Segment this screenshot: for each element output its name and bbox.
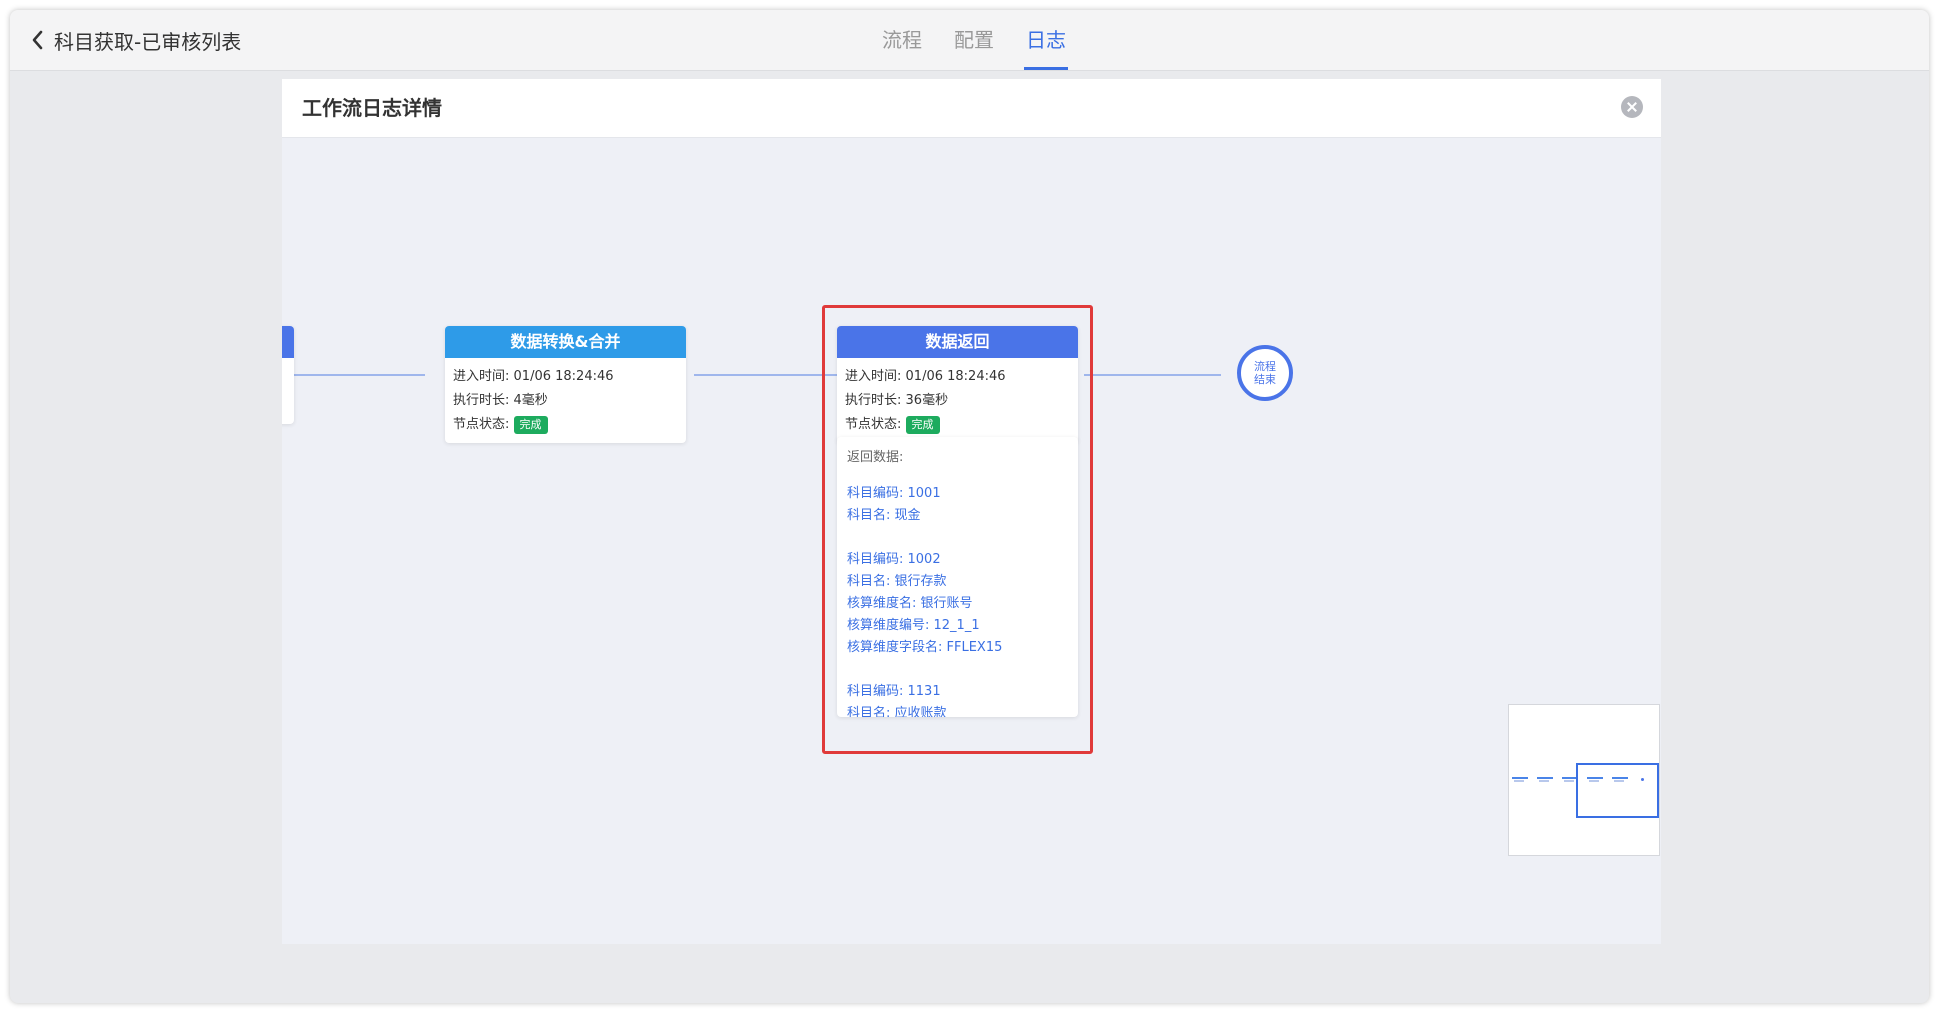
- duration-value: 36毫秒: [905, 393, 949, 408]
- status-label: 节点状态:: [845, 417, 902, 432]
- return-data-heading: 返回数据:: [847, 450, 904, 465]
- flow-node-data-return[interactable]: 数据返回 进入时间: 01/06 18:24:46 执行时长: 36毫秒 节点状…: [837, 326, 1078, 443]
- enter-time-value: 01/06 18:24:46: [905, 369, 1006, 384]
- tab-config[interactable]: 配置: [952, 10, 996, 70]
- tab-bar: 流程 配置 日志: [880, 10, 1068, 70]
- close-icon[interactable]: [1621, 96, 1643, 118]
- tab-log[interactable]: 日志: [1024, 10, 1068, 70]
- return-data-line: 科目名: 现金: [847, 508, 921, 523]
- duration-value: 4毫秒: [513, 393, 548, 408]
- page-title: 科目获取-已审核列表: [54, 29, 242, 54]
- dialog-title: 工作流日志详情: [302, 96, 442, 120]
- return-data-line: 核算维度编号: 12_1_1: [847, 618, 980, 633]
- flow-canvas[interactable]: 数据转换&合并 进入时间: 01/06 18:24:46 执行时长: 4毫秒 节…: [282, 138, 1661, 944]
- duration-label: 执行时长:: [453, 393, 510, 408]
- return-data-line: 科目名: 银行存款: [847, 574, 947, 589]
- return-data-line: 核算维度名: 银行账号: [847, 596, 973, 611]
- flow-node-partial[interactable]: [282, 326, 294, 424]
- flow-edge: [282, 374, 425, 376]
- node-title: 数据返回: [837, 326, 1078, 358]
- minimap-node: [1537, 777, 1553, 783]
- status-badge: 完成: [905, 415, 940, 434]
- status-label: 节点状态:: [453, 417, 510, 432]
- tab-flow[interactable]: 流程: [880, 10, 924, 70]
- flow-node-transform-merge[interactable]: 数据转换&合并 进入时间: 01/06 18:24:46 执行时长: 4毫秒 节…: [445, 326, 686, 443]
- minimap-node: [1512, 777, 1528, 783]
- enter-time-label: 进入时间:: [453, 369, 510, 384]
- status-badge: 完成: [513, 415, 548, 434]
- return-data-line: 科目名: 应收账款: [847, 706, 947, 717]
- return-data-line: 科目编码: 1001: [847, 486, 941, 501]
- duration-label: 执行时长:: [845, 393, 902, 408]
- return-data-line: 科目编码: 1131: [847, 684, 941, 699]
- chevron-left-icon: [30, 29, 44, 51]
- flow-end-node[interactable]: 流程 结束: [1237, 345, 1293, 401]
- back-button[interactable]: 科目获取-已审核列表: [30, 26, 241, 54]
- minimap[interactable]: [1508, 704, 1660, 856]
- flow-edge: [1084, 374, 1221, 376]
- enter-time-value: 01/06 18:24:46: [513, 369, 614, 384]
- flow-edge: [694, 374, 841, 376]
- workflow-log-dialog: 工作流日志详情 数据转换&合并 进入时间: 01/06 18:24:46 执行时…: [282, 79, 1661, 944]
- dialog-header: 工作流日志详情: [282, 79, 1661, 138]
- top-bar: 科目获取-已审核列表 流程 配置 日志: [10, 10, 1929, 71]
- node-title: 数据转换&合并: [445, 326, 686, 358]
- end-node-line2: 结束: [1254, 373, 1276, 386]
- end-node-line1: 流程: [1254, 360, 1276, 373]
- app-window: 科目获取-已审核列表 流程 配置 日志 工作流日志详情 数据转换&合并 进入时间…: [10, 10, 1929, 1003]
- return-data-line: 核算维度字段名: FFLEX15: [847, 640, 1003, 655]
- return-data-panel[interactable]: 返回数据: 科目编码: 1001 科目名: 现金 科目编码: 1002 科目名:…: [837, 437, 1078, 717]
- minimap-viewport[interactable]: [1576, 763, 1659, 818]
- return-data-line: 科目编码: 1002: [847, 552, 941, 567]
- enter-time-label: 进入时间:: [845, 369, 902, 384]
